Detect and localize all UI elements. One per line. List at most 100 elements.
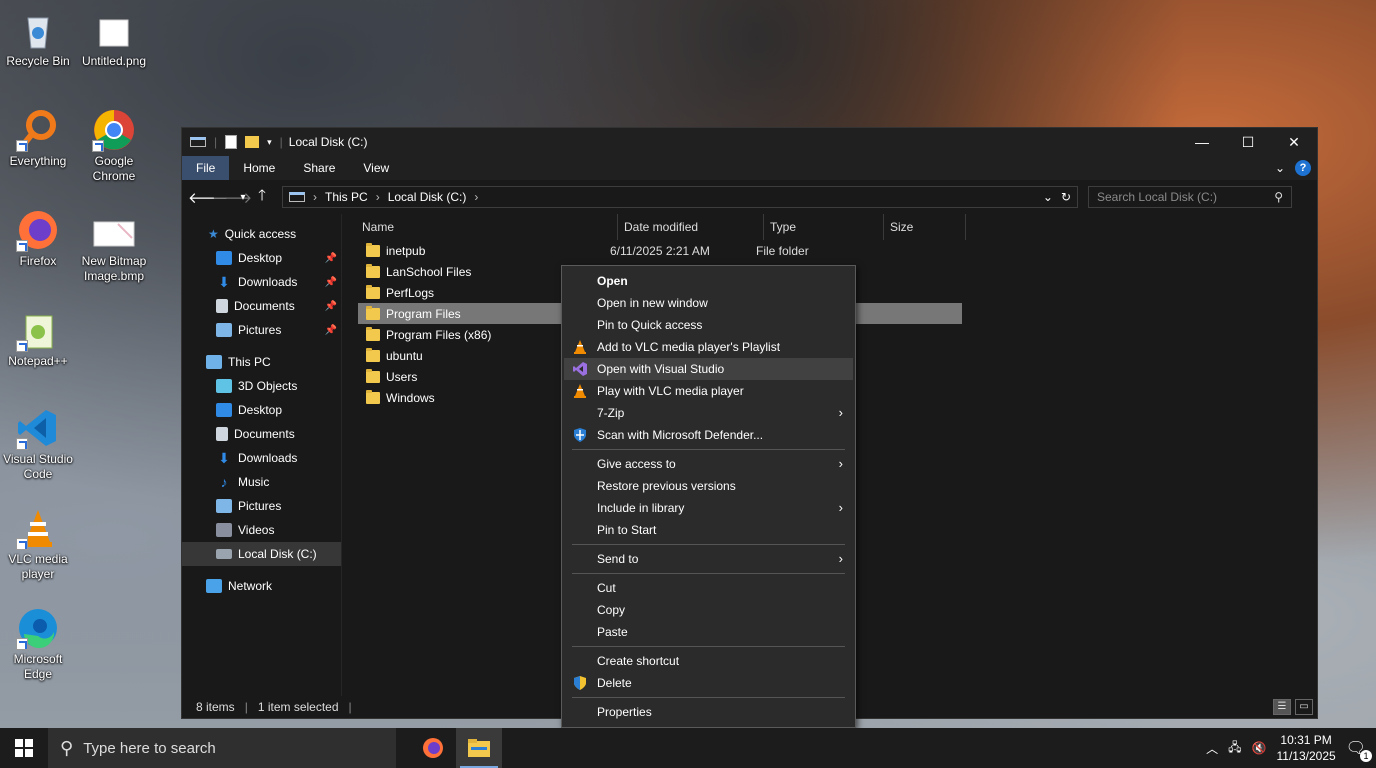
- pin-icon[interactable]: 📌: [325, 325, 337, 336]
- address-bar[interactable]: › This PC › Local Disk (C:) › ⌄ ↻: [282, 186, 1078, 208]
- pin-icon[interactable]: 📌: [325, 277, 337, 288]
- nav-this-pc[interactable]: This PC: [182, 350, 341, 374]
- desktop-icon-google-chrome[interactable]: Google Chrome: [76, 108, 152, 184]
- nav-documents[interactable]: Documents: [182, 422, 341, 446]
- menu-item-paste[interactable]: Paste: [564, 621, 853, 643]
- menu-item-pin-to-quick-access[interactable]: Pin to Quick access: [564, 314, 853, 336]
- notepad-plus-plus-icon: [16, 308, 60, 352]
- menu-item-scan-with-defender[interactable]: Scan with Microsoft Defender...: [564, 424, 853, 446]
- desktop-icon-firefox[interactable]: Firefox: [0, 208, 76, 269]
- chevron-right-icon: ›: [838, 551, 843, 566]
- nav-3d-objects[interactable]: 3D Objects: [182, 374, 341, 398]
- tab-home[interactable]: Home: [229, 156, 289, 180]
- desktop-icon-everything[interactable]: Everything: [0, 108, 76, 169]
- expand-ribbon-icon[interactable]: ⌄: [1275, 161, 1285, 175]
- pin-icon[interactable]: 📌: [325, 301, 337, 312]
- start-button[interactable]: [0, 728, 48, 768]
- properties-icon[interactable]: [225, 135, 238, 149]
- menu-item-send-to[interactable]: Send to ›: [564, 548, 853, 570]
- visual-studio-icon: [573, 362, 587, 376]
- back-arrow-icon[interactable]: 🡐: [188, 188, 228, 207]
- clock[interactable]: 10:31 PM 11/13/2025: [1277, 732, 1336, 764]
- menu-item-pin-to-start[interactable]: Pin to Start: [564, 519, 853, 541]
- nav-videos[interactable]: Videos: [182, 518, 341, 542]
- menu-item-open[interactable]: Open: [564, 270, 853, 292]
- menu-item-7-zip[interactable]: 7-Zip ›: [564, 402, 853, 424]
- menu-item-include-in-library[interactable]: Include in library ›: [564, 497, 853, 519]
- menu-item-play-with-vlc[interactable]: Play with VLC media player: [564, 380, 853, 402]
- nav-label: Desktop: [238, 251, 283, 265]
- forward-arrow-icon[interactable]: 🡒: [212, 188, 252, 207]
- desktop-icon-untitled-png[interactable]: Untitled.png: [76, 8, 152, 69]
- network-icon: [206, 579, 222, 593]
- menu-label: Delete: [597, 676, 632, 690]
- tab-share[interactable]: Share: [289, 156, 349, 180]
- help-icon[interactable]: ?: [1295, 160, 1311, 176]
- taskbar-file-explorer[interactable]: [456, 728, 502, 768]
- maximize-button[interactable]: ☐: [1225, 128, 1271, 156]
- menu-item-delete[interactable]: Delete: [564, 672, 853, 694]
- details-view-button[interactable]: ☰: [1273, 699, 1291, 715]
- nav-label: Music: [238, 475, 270, 489]
- file-name: Program Files: [386, 306, 461, 321]
- desktop-icon-notepad-plus-plus[interactable]: Notepad++: [0, 308, 76, 369]
- desktop-icon-microsoft-edge[interactable]: Microsoft Edge: [0, 606, 76, 682]
- recent-locations-chevron-icon[interactable]: ▾: [236, 192, 250, 203]
- nav-quick-pictures[interactable]: Pictures 📌: [182, 318, 341, 342]
- nav-desktop[interactable]: Desktop: [182, 398, 341, 422]
- column-header-name[interactable]: Name: [360, 214, 618, 240]
- nav-music[interactable]: ♪ Music: [182, 470, 341, 494]
- file-row[interactable]: inetpub 6/11/2025 2:21 AM File folder: [358, 240, 1317, 261]
- search-input[interactable]: Search Local Disk (C:) ⚲: [1088, 186, 1292, 208]
- nav-network[interactable]: Network: [182, 574, 341, 598]
- network-icon[interactable]: 🖧: [1228, 738, 1241, 759]
- notification-center-icon[interactable]: 🗨 1: [1346, 738, 1372, 762]
- column-header-date-modified[interactable]: Date modified: [618, 214, 764, 240]
- nav-quick-desktop[interactable]: Desktop 📌: [182, 246, 341, 270]
- desktop-icon-vlc[interactable]: VLC media player: [0, 506, 76, 582]
- nav-quick-documents[interactable]: Documents 📌: [182, 294, 341, 318]
- taskbar-search-box[interactable]: ⚲ Type here to search: [48, 728, 396, 768]
- tab-view[interactable]: View: [349, 156, 403, 180]
- tab-file[interactable]: File: [182, 156, 230, 180]
- desktop-icon-recycle-bin[interactable]: Recycle Bin: [0, 8, 76, 69]
- address-dropdown-icon[interactable]: ⌄: [1043, 190, 1053, 204]
- minimize-button[interactable]: —: [1179, 128, 1225, 156]
- breadcrumb-local-disk[interactable]: Local Disk (C:): [388, 190, 467, 204]
- taskbar-firefox[interactable]: [410, 728, 456, 768]
- menu-item-create-shortcut[interactable]: Create shortcut: [564, 650, 853, 672]
- menu-item-add-to-vlc-playlist[interactable]: Add to VLC media player's Playlist: [564, 336, 853, 358]
- desktop-icon-new-bitmap[interactable]: New Bitmap Image.bmp: [76, 208, 152, 284]
- pin-icon[interactable]: 📌: [325, 253, 337, 264]
- refresh-icon[interactable]: ↻: [1061, 190, 1071, 204]
- column-header-size[interactable]: Size: [884, 214, 966, 240]
- breadcrumb-separator-icon[interactable]: ›: [376, 190, 380, 204]
- menu-item-open-with-visual-studio[interactable]: Open with Visual Studio: [564, 358, 853, 380]
- menu-item-copy[interactable]: Copy: [564, 599, 853, 621]
- menu-item-give-access-to[interactable]: Give access to ›: [564, 453, 853, 475]
- breadcrumb-separator-icon[interactable]: ›: [474, 190, 478, 204]
- nav-quick-access[interactable]: ★ Quick access: [182, 222, 341, 246]
- column-header-type[interactable]: Type: [764, 214, 884, 240]
- chevron-up-icon[interactable]: ︿: [1206, 740, 1218, 757]
- chevron-down-icon[interactable]: ▾: [267, 137, 272, 148]
- breadcrumb-this-pc[interactable]: This PC: [325, 190, 368, 204]
- menu-item-open-in-new-window[interactable]: Open in new window: [564, 292, 853, 314]
- menu-item-properties[interactable]: Properties: [564, 701, 853, 723]
- menu-label: Create shortcut: [597, 654, 680, 668]
- breadcrumb-separator-icon[interactable]: ›: [313, 190, 317, 204]
- new-folder-icon[interactable]: [245, 136, 260, 148]
- up-arrow-icon[interactable]: 🡑: [250, 185, 274, 210]
- large-icons-view-button[interactable]: ▭: [1295, 699, 1313, 715]
- shortcut-arrow-icon: [16, 638, 28, 650]
- menu-item-cut[interactable]: Cut: [564, 577, 853, 599]
- nav-pictures[interactable]: Pictures: [182, 494, 341, 518]
- nav-downloads[interactable]: ⬇ Downloads: [182, 446, 341, 470]
- menu-item-restore-previous-versions[interactable]: Restore previous versions: [564, 475, 853, 497]
- nav-local-disk[interactable]: Local Disk (C:): [182, 542, 341, 566]
- nav-quick-downloads[interactable]: ⬇ Downloads 📌: [182, 270, 341, 294]
- close-button[interactable]: ✕: [1271, 128, 1317, 156]
- desktop-icon-label: Untitled.png: [81, 54, 147, 68]
- desktop-icon-vscode[interactable]: Visual Studio Code: [0, 406, 76, 482]
- volume-muted-icon[interactable]: 🔇: [1252, 741, 1267, 755]
